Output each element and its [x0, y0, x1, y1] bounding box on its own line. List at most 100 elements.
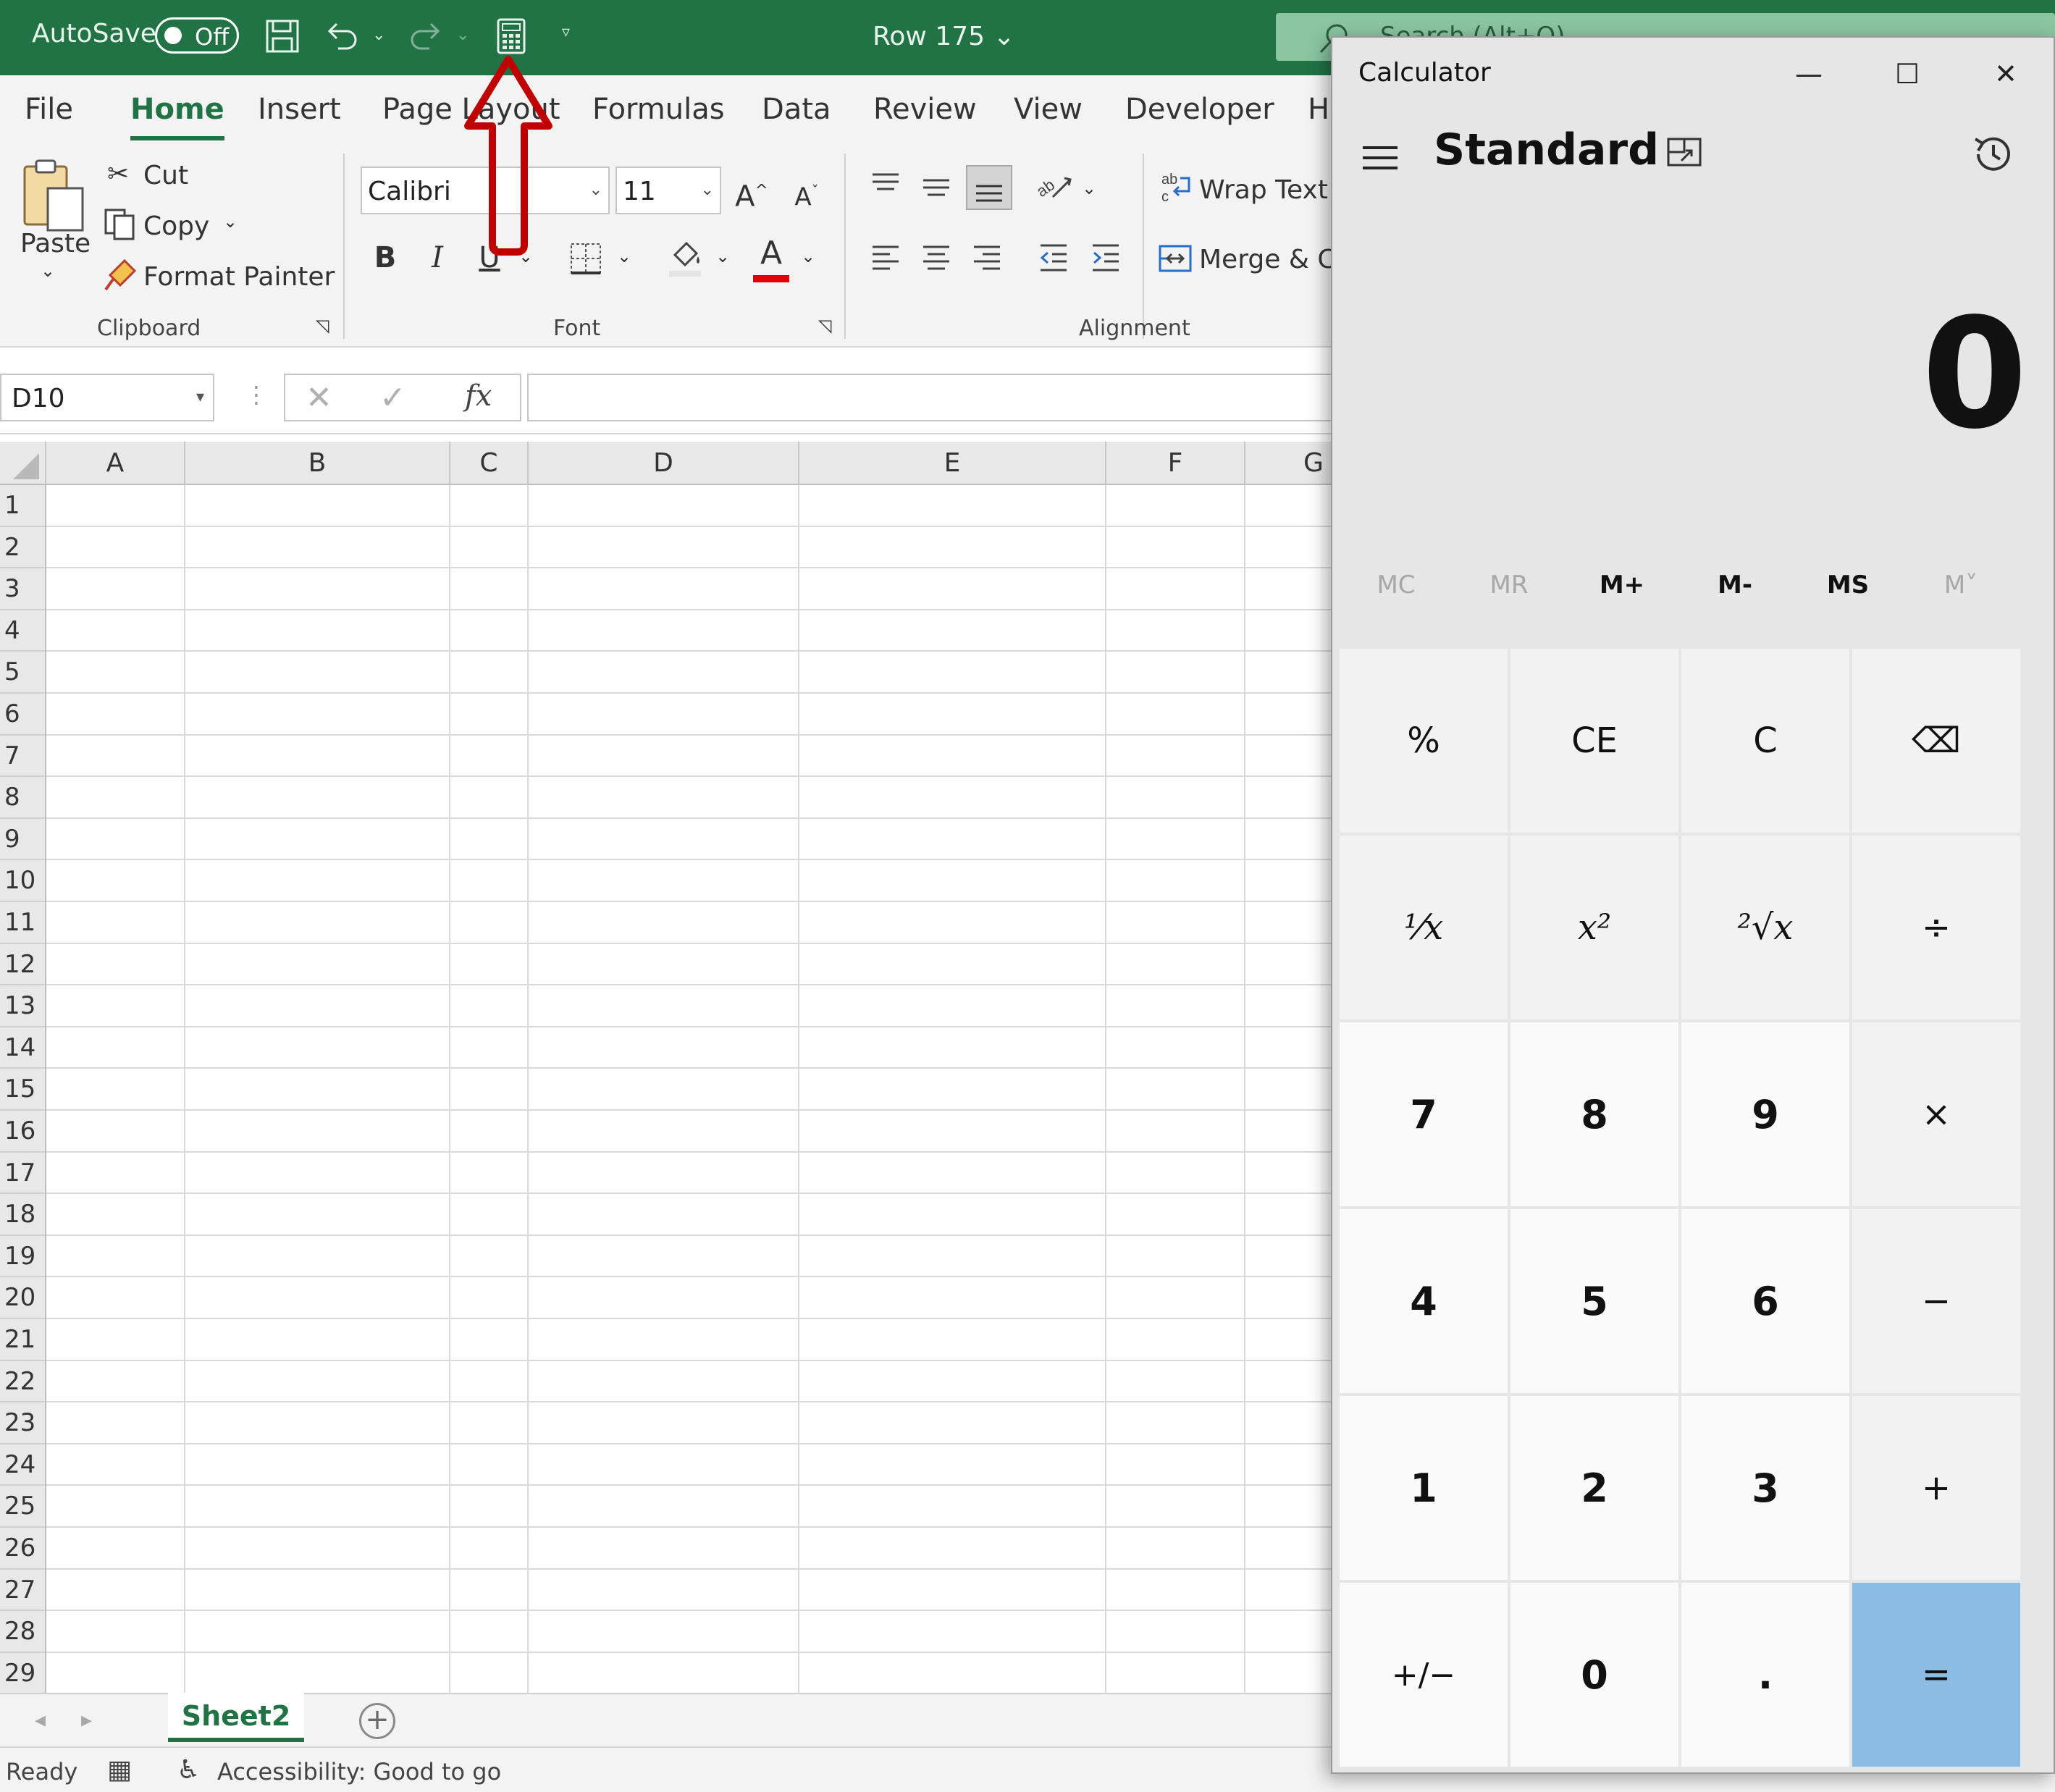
hamburger-menu-icon[interactable] — [1358, 136, 1402, 180]
memory-store-button[interactable]: MS — [1791, 571, 1904, 600]
font-color-button[interactable]: A — [750, 235, 792, 282]
tab-help[interactable]: H — [1308, 93, 1329, 126]
align-top-icon[interactable] — [866, 167, 905, 206]
row-header[interactable]: 3 — [0, 568, 45, 610]
name-box[interactable]: D10 ▾ — [0, 374, 214, 421]
insert-function-icon[interactable]: fx — [465, 379, 492, 413]
digit-8-button[interactable]: 8 — [1510, 1022, 1678, 1206]
row-header[interactable]: 25 — [0, 1486, 45, 1528]
subtract-button[interactable]: − — [1852, 1209, 2020, 1393]
memory-add-button[interactable]: M+ — [1566, 571, 1678, 600]
cancel-icon[interactable]: ✕ — [306, 379, 332, 416]
tab-data[interactable]: Data — [762, 93, 831, 126]
copy-dropdown-icon[interactable]: ⌄ — [223, 211, 238, 232]
format-painter-button[interactable]: Format Painter — [143, 262, 335, 292]
digit-1-button[interactable]: 1 — [1340, 1396, 1508, 1580]
clipboard-launcher-icon[interactable]: ◹ — [316, 316, 329, 336]
row-header[interactable]: 13 — [0, 985, 45, 1027]
tab-file[interactable]: File — [25, 93, 73, 126]
percent-button[interactable]: % — [1340, 649, 1508, 833]
paste-icon[interactable] — [17, 155, 90, 235]
row-header[interactable]: 9 — [0, 819, 45, 861]
square-button[interactable]: x² — [1510, 836, 1678, 1019]
digit-6-button[interactable]: 6 — [1681, 1209, 1849, 1393]
row-header[interactable]: 27 — [0, 1570, 45, 1612]
column-header-d[interactable]: D — [529, 442, 799, 485]
equals-button[interactable]: = — [1852, 1583, 2020, 1767]
paste-dropdown-icon[interactable]: ⌄ — [41, 261, 55, 281]
font-size-select[interactable]: 11 ⌄ — [615, 167, 721, 214]
row-header[interactable]: 22 — [0, 1361, 45, 1403]
decimal-button[interactable]: . — [1681, 1583, 1849, 1767]
save-icon[interactable] — [262, 16, 303, 56]
row-header[interactable]: 17 — [0, 1153, 45, 1195]
close-button[interactable]: ✕ — [1977, 52, 2035, 96]
digit-2-button[interactable]: 2 — [1510, 1396, 1678, 1580]
clear-entry-button[interactable]: CE — [1510, 649, 1678, 833]
row-header[interactable]: 6 — [0, 694, 45, 736]
negate-button[interactable]: +/− — [1340, 1583, 1508, 1767]
orientation-dropdown-icon[interactable]: ⌄ — [1082, 178, 1096, 198]
paste-button[interactable]: Paste — [20, 229, 91, 258]
select-all-button[interactable] — [0, 442, 46, 485]
fill-color-icon[interactable] — [663, 235, 707, 281]
confirm-icon[interactable]: ✓ — [379, 379, 406, 416]
align-bottom-icon[interactable] — [966, 165, 1012, 210]
row-header[interactable]: 21 — [0, 1319, 45, 1361]
row-header[interactable]: 12 — [0, 944, 45, 986]
align-middle-icon[interactable] — [917, 167, 956, 206]
row-header[interactable]: 5 — [0, 652, 45, 694]
increase-font-size-button[interactable]: A^ — [731, 169, 772, 213]
column-header-e[interactable]: E — [799, 442, 1106, 485]
tab-home[interactable]: Home — [130, 93, 224, 140]
cut-icon[interactable]: ✂ — [107, 159, 129, 189]
merge-center-icon[interactable] — [1156, 239, 1195, 278]
borders-icon[interactable] — [566, 239, 605, 278]
scroll-right-icon[interactable]: ▸ — [81, 1707, 92, 1733]
digit-9-button[interactable]: 9 — [1681, 1022, 1849, 1206]
orientation-icon[interactable]: ab — [1034, 167, 1076, 206]
scroll-left-icon[interactable]: ◂ — [35, 1707, 46, 1733]
merge-center-button[interactable]: Merge & Ce — [1199, 245, 1352, 274]
status-accessibility[interactable]: Accessibility: Good to go — [217, 1758, 501, 1785]
row-header[interactable]: 11 — [0, 902, 45, 944]
multiply-button[interactable]: × — [1852, 1022, 2020, 1206]
document-title[interactable]: Row 175 ⌄ — [873, 22, 1015, 51]
fill-color-dropdown-icon[interactable]: ⌄ — [715, 246, 730, 266]
row-header[interactable]: 23 — [0, 1402, 45, 1444]
borders-dropdown-icon[interactable]: ⌄ — [617, 246, 631, 266]
row-header[interactable]: 26 — [0, 1528, 45, 1570]
align-left-icon[interactable] — [866, 237, 905, 277]
accessibility-icon[interactable]: ♿ — [177, 1755, 200, 1785]
row-header[interactable]: 29 — [0, 1653, 45, 1695]
add-button[interactable]: + — [1852, 1396, 2020, 1580]
column-header-c[interactable]: C — [450, 442, 529, 485]
minimize-button[interactable]: — — [1780, 52, 1838, 96]
row-header[interactable]: 2 — [0, 527, 45, 569]
column-header-f[interactable]: F — [1106, 442, 1245, 485]
column-header-b[interactable]: B — [185, 442, 450, 485]
undo-icon[interactable] — [322, 16, 362, 56]
tab-view[interactable]: View — [1014, 93, 1083, 126]
wrap-text-icon[interactable]: ab c — [1159, 168, 1195, 207]
backspace-icon[interactable]: ⌫ — [1852, 649, 2020, 833]
align-center-icon[interactable] — [917, 237, 956, 277]
copy-button[interactable]: Copy — [143, 211, 209, 241]
divide-button[interactable]: ÷ — [1852, 836, 2020, 1019]
row-header[interactable]: 15 — [0, 1069, 45, 1111]
decrease-indent-icon[interactable] — [1034, 237, 1073, 277]
maximize-button[interactable]: ☐ — [1878, 52, 1936, 96]
reciprocal-button[interactable]: ¹⁄x — [1340, 836, 1508, 1019]
keep-on-top-icon[interactable] — [1663, 132, 1706, 175]
add-sheet-icon[interactable]: + — [359, 1703, 395, 1739]
row-header[interactable]: 24 — [0, 1444, 45, 1486]
digit-5-button[interactable]: 5 — [1510, 1209, 1678, 1393]
increase-indent-icon[interactable] — [1086, 237, 1125, 277]
row-header[interactable]: 8 — [0, 777, 45, 819]
row-header[interactable]: 10 — [0, 860, 45, 902]
row-header[interactable]: 1 — [0, 485, 45, 527]
tab-review[interactable]: Review — [873, 93, 977, 126]
tab-developer[interactable]: Developer — [1125, 93, 1274, 126]
cut-button[interactable]: Cut — [143, 161, 188, 190]
copy-icon[interactable] — [101, 206, 139, 243]
